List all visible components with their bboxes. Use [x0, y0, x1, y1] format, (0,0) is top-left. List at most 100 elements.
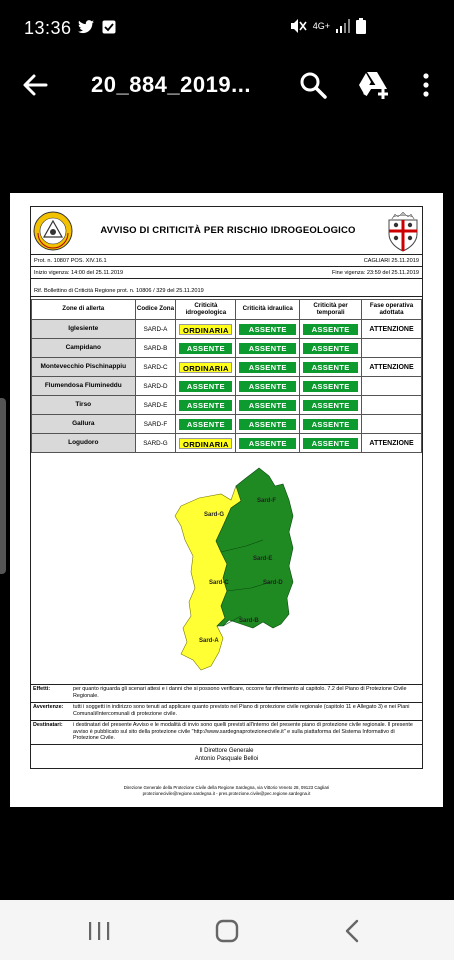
criticita-idrogeologica: ORDINARIA	[175, 319, 237, 339]
table-row: Iglesiente SARD-A ORDINARIA ASSENTE ASSENTE A…	[31, 319, 422, 339]
fase-operativa: ATTENZIONE	[361, 319, 422, 339]
file-title: 20_884_2019...	[91, 72, 251, 97]
level-badge-assente: ASSENTE	[239, 437, 297, 449]
table-row: Flumendosa Flumineddu SARD-D ASSENTE ASSENT…	[31, 376, 422, 396]
map-label-sard-e: Sard-E	[253, 556, 272, 562]
home-icon[interactable]	[214, 918, 240, 944]
level-badge-assente: ASSENTE	[303, 380, 359, 392]
level-badge-assente: ASSENTE	[239, 323, 297, 335]
more-vert-icon[interactable]	[418, 70, 434, 100]
search-icon[interactable]	[298, 70, 328, 100]
zone-name: Campidano	[31, 338, 136, 358]
level-badge-assente: ASSENTE	[239, 399, 297, 411]
level-badge-ordinaria: ORDINARIA	[179, 437, 233, 449]
level-badge-assente: ASSENTE	[179, 399, 233, 411]
level-badge-assente: ASSENTE	[179, 342, 233, 354]
level-badge-assente: ASSENTE	[239, 380, 297, 392]
table-row: Tirso SARD-E ASSENTE ASSENTE ASSENTE	[31, 395, 422, 415]
level-badge-assente: ASSENTE	[303, 361, 359, 373]
zone-name: Montevecchio Pischinappiu	[31, 357, 136, 377]
battery-icon	[356, 18, 366, 34]
criticita-idraulica: ASSENTE	[235, 319, 301, 339]
note-avvertenze: Avvertenze: tutti i soggetti in indirizz…	[31, 703, 422, 721]
table-row: Campidano SARD-B ASSENTE ASSENTE ASSENTE	[31, 338, 422, 358]
alert-table: Zone di allerta Codice Zona Criticità id…	[31, 299, 422, 453]
notification-icons	[78, 20, 116, 34]
fase-operativa: ATTENZIONE	[361, 357, 422, 377]
regione-sardegna-logo	[33, 211, 73, 251]
criticita-idrogeologica: ASSENTE	[175, 376, 237, 396]
column-header: Fase operativa adottata	[361, 299, 422, 320]
fase-operativa	[361, 395, 422, 415]
criticita-idraulica: ASSENTE	[235, 433, 301, 453]
network-type-label: 4G+	[312, 21, 330, 31]
system-icons: 4G+	[289, 18, 366, 34]
scroll-handle[interactable]	[0, 398, 6, 574]
level-badge-assente: ASSENTE	[303, 399, 359, 411]
map-label-sard-g: Sard-G	[204, 512, 224, 518]
criticita-temporali: ASSENTE	[299, 319, 363, 339]
document-header: AVVISO DI CRITICITÀ PER RISCHIO IDROGEOL…	[31, 207, 422, 255]
zone-name: Flumendosa Flumineddu	[31, 376, 136, 396]
criticita-temporali: ASSENTE	[299, 338, 363, 358]
status-time: 13:36	[24, 18, 72, 38]
fase-operativa	[361, 338, 422, 358]
note-effetti: Effetti: per quanto riguarda gli scenari…	[31, 685, 422, 703]
criticita-idrogeologica: ORDINARIA	[175, 357, 237, 377]
level-badge-assente: ASSENTE	[303, 418, 359, 430]
note-destinatari: Destinatari: i destinatari del presente …	[31, 721, 422, 746]
column-header: Zone di allerta	[31, 299, 136, 320]
protocol-number: Prot. n. 10807 POS. XIV.16.1	[34, 258, 107, 264]
note-label: Avvertenze:	[33, 703, 64, 710]
signature-role: Il Direttore Generale	[199, 748, 254, 754]
signature-name: Antonio Pasquale Belloi	[194, 755, 259, 762]
criticita-idrogeologica: ASSENTE	[175, 414, 237, 434]
google-drive-add-icon[interactable]	[356, 70, 390, 100]
level-badge-assente: ASSENTE	[239, 418, 297, 430]
table-row: Montevecchio Pischinappiu SARD-C ORDINARIA…	[31, 357, 422, 377]
level-badge-assente: ASSENTE	[179, 418, 233, 430]
level-badge-assente: ASSENTE	[179, 380, 233, 392]
notes-section: Effetti: per quanto riguarda gli scenari…	[31, 684, 422, 746]
criticita-temporali: ASSENTE	[299, 433, 363, 453]
level-badge-ordinaria: ORDINARIA	[179, 323, 233, 335]
zone-name: Logudoro	[31, 433, 136, 453]
table-row: Logudoro SARD-G ORDINARIA ASSENTE ASSENTE ATT…	[31, 433, 422, 453]
map-zone-green	[215, 467, 294, 629]
zone-code: SARD-E	[134, 395, 177, 415]
download-done-icon	[102, 20, 116, 34]
zone-code: SARD-B	[134, 338, 177, 358]
app-bar: 20_884_2019...	[0, 58, 454, 114]
level-badge-assente: ASSENTE	[239, 342, 297, 354]
column-header: Codice Zona	[134, 299, 177, 320]
document-frame: AVVISO DI CRITICITÀ PER RISCHIO IDROGEOL…	[30, 206, 423, 769]
status-bar: 13:36 4G+	[0, 0, 454, 58]
zone-name: Iglesiente	[31, 319, 136, 339]
level-badge-assente: ASSENTE	[239, 361, 297, 373]
recent-apps-icon[interactable]	[86, 920, 112, 942]
criticita-temporali: ASSENTE	[299, 357, 363, 377]
zone-name: Gallura	[31, 414, 136, 434]
document-title: AVVISO DI CRITICITÀ PER RISCHIO IDROGEOL…	[100, 225, 356, 236]
map-label-sard-f: Sard-F	[257, 498, 276, 504]
column-header: Criticità idraulica	[235, 299, 301, 320]
back-icon[interactable]	[342, 919, 362, 943]
place-date: CAGLIARI 25.11.2019	[363, 258, 419, 264]
criticita-idrogeologica: ASSENTE	[175, 338, 237, 358]
mute-icon	[290, 19, 307, 33]
criticita-idraulica: ASSENTE	[235, 338, 301, 358]
alert-zone-map: Sard-G Sard-F Sard-E Sard-C Sard-D Sard-…	[31, 456, 422, 684]
bulletin-reference: Rif. Bollettino di Criticità Regione pro…	[34, 288, 204, 294]
zone-code: SARD-D	[134, 376, 177, 396]
zone-code: SARD-F	[134, 414, 177, 434]
document-footer: Direzione Generale della Protezione Civi…	[30, 785, 423, 797]
back-arrow-icon[interactable]	[20, 70, 50, 100]
criticita-temporali: ASSENTE	[299, 376, 363, 396]
validity-end: Fine vigenza: 23:59 del 25.11.2019	[332, 270, 419, 276]
fase-operativa	[361, 414, 422, 434]
criticita-idrogeologica: ORDINARIA	[175, 433, 237, 453]
map-label-sard-a: Sard-A	[199, 638, 219, 644]
note-text: tutti i soggetti in indirizzo sono tenut…	[73, 703, 410, 717]
map-label-sard-d: Sard-D	[263, 580, 283, 586]
validity-line: Inizio vigenza: 14:00 del 25.11.2019 Fin…	[31, 267, 422, 279]
